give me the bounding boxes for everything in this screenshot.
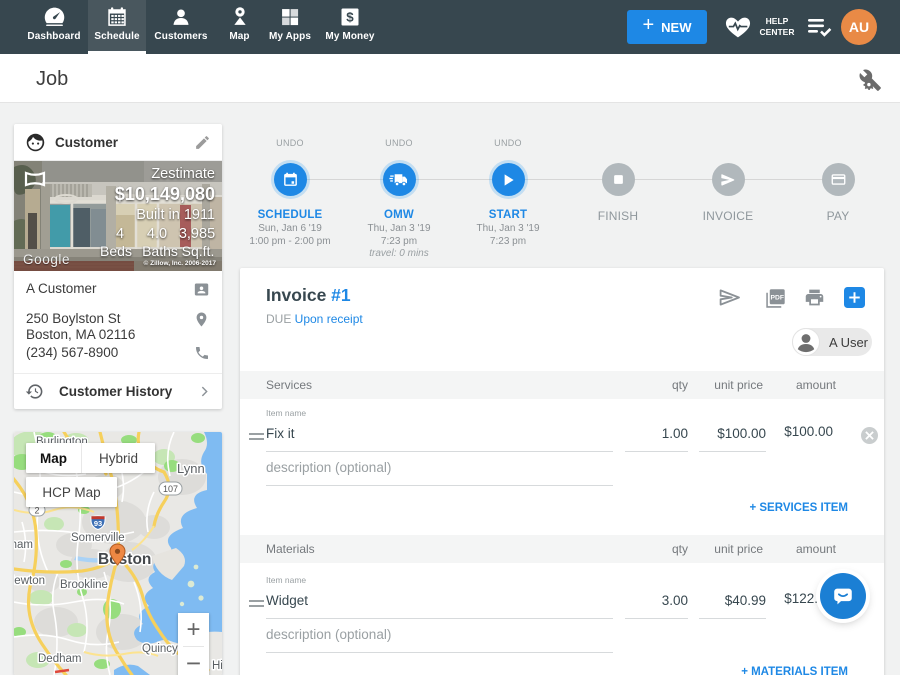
svg-text:Dedham: Dedham (38, 653, 81, 665)
svg-text:Waltham: Waltham (14, 539, 33, 551)
svg-text:Lynn: Lynn (177, 461, 205, 476)
svg-text:2: 2 (34, 506, 39, 516)
svg-text:Quincy: Quincy (142, 643, 178, 655)
svg-text:Somerville: Somerville (71, 532, 125, 544)
svg-text:93: 93 (94, 519, 102, 528)
svg-text:Brookline: Brookline (60, 579, 108, 591)
svg-text:Hingham: Hingham (212, 660, 222, 672)
svg-text:Newton: Newton (14, 575, 45, 587)
svg-text:$: $ (346, 10, 354, 25)
svg-text:107: 107 (163, 484, 178, 494)
svg-text:PDF: PDF (771, 294, 784, 301)
